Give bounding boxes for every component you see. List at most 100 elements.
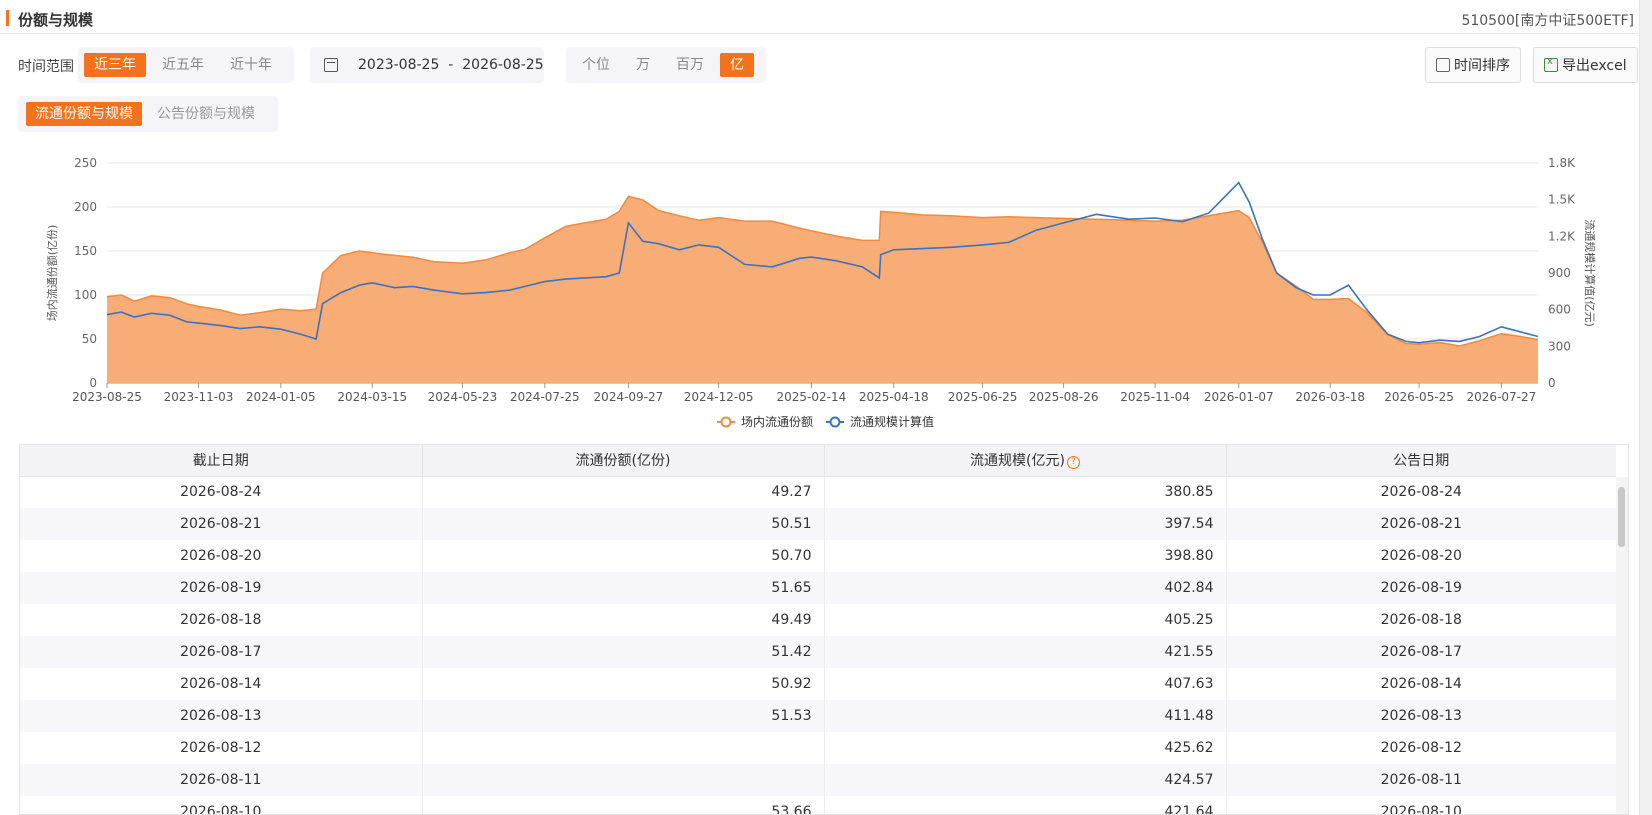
y-left-tick-label: 150 bbox=[74, 244, 97, 258]
table-scrollbar-thumb[interactable] bbox=[1618, 487, 1625, 547]
cell-announce-date: 2026-08-11 bbox=[1226, 764, 1616, 796]
data-tabs: 流通份额与规模 公告份额与规模 bbox=[18, 96, 278, 132]
cell-announce-date: 2026-08-20 bbox=[1380, 548, 1462, 564]
time-sort-button[interactable]: 时间排序 bbox=[1425, 47, 1521, 83]
cell-date: 2026-08-10 bbox=[20, 796, 423, 814]
x-tick-label: 2024-05-23 bbox=[428, 390, 498, 404]
cell-shares: 49.49 bbox=[422, 604, 825, 636]
help-icon[interactable]: ? bbox=[1066, 456, 1080, 470]
cell-shares: 51.53 bbox=[422, 700, 825, 732]
x-tick-label: 2025-06-25 bbox=[948, 390, 1018, 404]
cell-date: 2026-08-18 bbox=[20, 604, 423, 636]
x-tick-label: 2025-08-26 bbox=[1029, 390, 1099, 404]
table-row: 2026-08-17 51.42 421.55 2026-08-17 bbox=[20, 636, 1616, 668]
cell-announce-date: 2026-08-21 bbox=[1226, 508, 1616, 540]
calendar-icon bbox=[324, 58, 338, 72]
data-table-container: 截止日期 流通份额(亿份) 流通规模(亿元)? 公告日期 2026-08-24 4… bbox=[19, 444, 1629, 815]
cell-shares: 49.27 bbox=[422, 476, 825, 508]
table-row: 2026-08-10 53.66 421.64 2026-08-10 bbox=[20, 796, 1616, 815]
cell-scale: 424.57 bbox=[824, 764, 1227, 796]
y-left-tick-label: 0 bbox=[89, 376, 97, 390]
unit-option-wan[interactable]: 万 bbox=[626, 53, 660, 77]
time-option-3y[interactable]: 近三年 bbox=[84, 53, 146, 77]
fund-name: 510500[南方中证500ETF] bbox=[1461, 13, 1634, 29]
cell-shares: 50.70 bbox=[422, 540, 825, 572]
cell-date: 2026-08-11 bbox=[20, 764, 423, 796]
share-scale-chart: 0 50 100 150 200 250 0 300 600 900 1.2K 1.5K 1.8K 202… bbox=[45, 156, 1597, 429]
x-tick-label: 2025-04-18 bbox=[859, 390, 929, 404]
cell-scale: 402.84 bbox=[824, 572, 1227, 604]
cell-scale: 421.55 bbox=[824, 636, 1227, 668]
col-header-scale[interactable]: 流通规模(亿元)? bbox=[824, 445, 1227, 477]
cell-announce-date: 2026-08-14 bbox=[1380, 676, 1462, 692]
table-row: 2026-08-19 51.65 402.84 2026-08-19 bbox=[20, 572, 1616, 604]
time-option-5y[interactable]: 近五年 bbox=[152, 53, 214, 77]
table-row: 2026-08-20 50.70 398.80 2026-08-20 bbox=[20, 540, 1616, 572]
cell-scale: 421.64 bbox=[824, 796, 1227, 814]
legend-shares-marker bbox=[720, 416, 732, 428]
table-scrollbar[interactable] bbox=[1616, 477, 1628, 814]
x-tick-label: 2026-03-18 bbox=[1295, 390, 1365, 404]
page-scrollbar[interactable] bbox=[1640, 0, 1652, 815]
cell-shares: 50.92 bbox=[422, 668, 825, 700]
export-excel-label: 导出excel bbox=[1562, 58, 1627, 74]
table-row: 2026-08-21 50.51 397.54 2026-08-21 bbox=[20, 508, 1616, 540]
y-right-tick-label: 600 bbox=[1548, 303, 1571, 317]
tab-circulating[interactable]: 流通份额与规模 bbox=[26, 102, 142, 126]
cell-scale: 380.85 bbox=[824, 476, 1227, 508]
date-separator: - bbox=[448, 57, 454, 73]
cell-date: 2026-08-24 bbox=[20, 476, 423, 508]
cell-shares: 51.42 bbox=[422, 636, 825, 668]
filter-bar: 时间范围 近三年 近五年 近十年 2023-08-25 - 2026-08-25… bbox=[0, 45, 1640, 85]
x-tick-label: 2024-03-15 bbox=[337, 390, 407, 404]
cell-announce-date: 2026-08-19 bbox=[1226, 572, 1616, 604]
legend-shares-label: 场内流通份额 bbox=[741, 415, 813, 429]
table-header-row: 截止日期 流通份额(亿份) 流通规模(亿元)? 公告日期 bbox=[20, 445, 1616, 477]
excel-icon bbox=[1544, 56, 1558, 72]
y-right-tick-label: 300 bbox=[1548, 339, 1571, 353]
col-header-date[interactable]: 截止日期 bbox=[20, 445, 423, 477]
cell-date: 2026-08-17 bbox=[20, 636, 423, 668]
table-row: 2026-08-18 49.49 405.25 2026-08-18 bbox=[20, 604, 1616, 636]
col-header-announce-date[interactable]: 公告日期 bbox=[1226, 445, 1616, 477]
table-row: 2026-08-11 424.57 2026-08-11 bbox=[20, 764, 1616, 796]
date-range-picker[interactable]: 2023-08-25 - 2026-08-25 bbox=[310, 47, 544, 83]
unit-option-yi[interactable]: 亿 bbox=[720, 53, 754, 77]
cell-shares: 53.66 bbox=[422, 796, 825, 814]
x-tick-label: 2024-07-25 bbox=[510, 390, 580, 404]
date-end: 2026-08-25 bbox=[462, 57, 544, 73]
tab-announced[interactable]: 公告份额与规模 bbox=[148, 102, 264, 126]
unit-option-ones[interactable]: 个位 bbox=[572, 53, 620, 77]
x-tick-label: 2024-09-27 bbox=[594, 390, 664, 404]
cell-date: 2026-08-12 bbox=[20, 732, 423, 764]
cell-announce-date: 2026-08-10 bbox=[1380, 804, 1462, 815]
export-excel-button[interactable]: 导出excel bbox=[1533, 47, 1638, 83]
page: 份额与规模 510500[南方中证500ETF] 时间范围 近三年 近五年 近十… bbox=[0, 0, 1640, 815]
y-right-tick-label: 0 bbox=[1548, 376, 1556, 390]
cell-date: 2026-08-19 bbox=[20, 572, 423, 604]
time-range-label: 时间范围 bbox=[18, 59, 74, 75]
table-row: 2026-08-14 50.92 407.63 2026-08-14 bbox=[20, 668, 1616, 700]
cell-scale: 405.25 bbox=[824, 604, 1227, 636]
y-left-tick-label: 100 bbox=[74, 288, 97, 302]
header-accent-bar bbox=[6, 10, 9, 26]
x-tick-label: 2026-05-25 bbox=[1384, 390, 1454, 404]
x-tick-label: 2023-11-03 bbox=[164, 390, 234, 404]
col-header-shares[interactable]: 流通份额(亿份) bbox=[422, 445, 825, 477]
sort-icon bbox=[1436, 58, 1450, 72]
legend-scale-label: 流通规模计算值 bbox=[850, 414, 934, 429]
cell-announce-date: 2026-08-24 bbox=[1380, 484, 1462, 501]
table-body: 2026-08-24 49.27 380.85 2026-08-24 2026-08-2… bbox=[20, 476, 1616, 815]
y-left-tick-label: 50 bbox=[82, 332, 97, 346]
cell-date: 2026-08-13 bbox=[20, 700, 423, 732]
x-tick-label: 2024-12-05 bbox=[684, 390, 754, 404]
cell-scale: 425.62 bbox=[824, 732, 1227, 764]
cell-date: 2026-08-20 bbox=[20, 540, 423, 572]
x-tick-label: 2026-07-27 bbox=[1467, 390, 1537, 404]
x-tick-label: 2026-01-07 bbox=[1204, 390, 1274, 404]
date-range-text: 2023-08-25 - 2026-08-25 bbox=[358, 57, 544, 73]
unit-option-million[interactable]: 百万 bbox=[666, 53, 714, 77]
cell-announce-date: 2026-08-18 bbox=[1380, 612, 1462, 628]
cell-scale: 398.80 bbox=[824, 540, 1227, 572]
time-option-10y[interactable]: 近十年 bbox=[220, 53, 282, 77]
